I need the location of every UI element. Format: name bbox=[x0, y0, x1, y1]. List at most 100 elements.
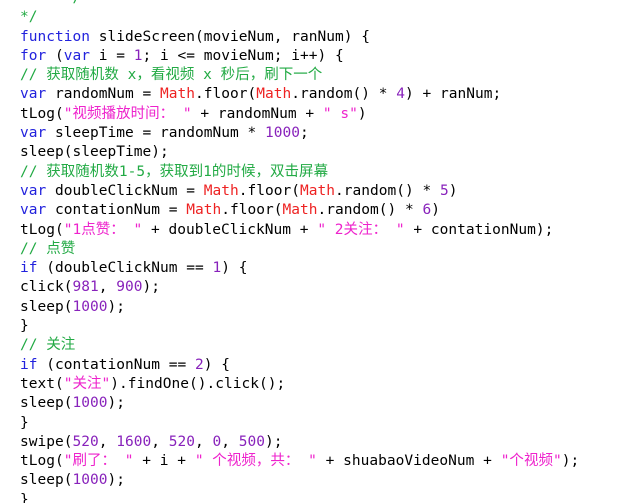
code-token-string: "1点赞： " bbox=[63, 221, 143, 238]
code-token-plain: sleep(sleepTime); bbox=[20, 144, 169, 161]
code-token-plain: ) bbox=[448, 182, 458, 199]
code-line[interactable]: sleep(sleepTime); bbox=[20, 143, 638, 162]
code-line[interactable]: var contationNum = Math.floor(Math.rando… bbox=[20, 201, 638, 220]
code-line[interactable]: tLog("1点赞： " + doubleClickNum + " 2关注： "… bbox=[20, 221, 638, 240]
code-line[interactable]: tLog("刷了： " + i + " 个视频，共： " + shuabaoVi… bbox=[20, 452, 638, 471]
code-line[interactable]: */ bbox=[20, 0, 638, 8]
code-line[interactable]: if (doubleClickNum == 1) { bbox=[20, 259, 638, 278]
code-token-plain: click( bbox=[20, 279, 73, 296]
code-token-string: "视频播放时间： " bbox=[63, 105, 192, 122]
code-token-plain: tLog( bbox=[20, 221, 64, 238]
code-token-builtin: Math bbox=[256, 86, 292, 103]
code-token-plain: ) { bbox=[221, 260, 248, 277]
code-token-keyword: var bbox=[20, 125, 47, 142]
code-line[interactable]: } bbox=[20, 317, 638, 336]
code-token-plain: text( bbox=[20, 375, 64, 392]
code-token-number: 981 bbox=[72, 279, 99, 296]
code-token-number: 1000 bbox=[265, 125, 300, 142]
code-token-plain: sleep( bbox=[20, 472, 73, 489]
code-token-plain: ); bbox=[561, 453, 580, 470]
code-token-plain: } bbox=[20, 414, 29, 431]
code-token-number: 1000 bbox=[72, 298, 108, 315]
code-token-plain: swipe( bbox=[20, 433, 73, 450]
code-token-plain: , bbox=[151, 433, 169, 450]
code-token-string: "个视频" bbox=[500, 453, 562, 470]
code-line[interactable]: sleep(1000); bbox=[20, 394, 638, 413]
code-token-plain: ; i <= movieNum; i++) { bbox=[142, 47, 344, 64]
code-token-comment: // 获取随机数1-5，获取到1的时候，双击屏幕 bbox=[20, 163, 329, 180]
code-token-keyword: if bbox=[20, 260, 38, 277]
code-line[interactable]: // 获取随机数 x，看视频 x 秒后，刷下一个 bbox=[20, 66, 638, 85]
code-token-number: 6 bbox=[422, 202, 432, 219]
code-token-string: " s" bbox=[322, 105, 358, 122]
code-token-plain: .floor( bbox=[238, 182, 300, 199]
code-token-number: 1 bbox=[133, 47, 143, 64]
code-token-keyword: for bbox=[20, 47, 47, 64]
code-token-comment: // 获取随机数 x，看视频 x 秒后，刷下一个 bbox=[20, 67, 323, 84]
code-token-number: 900 bbox=[116, 279, 143, 296]
code-token-plain: + contationNum); bbox=[404, 221, 554, 238]
code-lines-container: */ */ function slideScreen(movieNum, ranNu… bbox=[0, 0, 638, 503]
code-token-number: 1000 bbox=[72, 395, 108, 412]
code-token-string: " 个视频，共： " bbox=[194, 453, 317, 470]
code-line[interactable]: click(981, 900); bbox=[20, 278, 638, 297]
code-line[interactable]: var randomNum = Math.floor(Math.random()… bbox=[20, 85, 638, 104]
code-token-plain: i = bbox=[90, 47, 134, 64]
code-token-keyword: var bbox=[20, 86, 47, 103]
code-token-plain: ) bbox=[357, 105, 367, 122]
code-token-string: "刷了： " bbox=[63, 453, 134, 470]
code-line[interactable]: function slideScreen(movieNum, ranNum) { bbox=[20, 28, 638, 47]
code-line[interactable]: // 点赞 bbox=[20, 240, 638, 259]
code-token-plain: , bbox=[98, 279, 117, 296]
code-token-comment: */ bbox=[20, 0, 81, 6]
code-token-plain: (contationNum == bbox=[37, 356, 195, 373]
code-token-plain: .floor( bbox=[221, 202, 283, 219]
code-line[interactable]: } bbox=[20, 491, 638, 503]
code-token-keyword: var bbox=[20, 202, 47, 219]
code-line[interactable]: for (var i = 1; i <= movieNum; i++) { bbox=[20, 47, 638, 66]
code-token-plain: .random() * bbox=[291, 86, 397, 103]
code-token-builtin: Math bbox=[203, 182, 239, 199]
code-token-plain: ); bbox=[265, 433, 283, 450]
code-token-plain: + randomNum + bbox=[191, 105, 323, 122]
code-token-plain: .floor( bbox=[195, 86, 257, 103]
code-token-comment: */ bbox=[20, 9, 38, 26]
code-token-string: " 2关注： " bbox=[317, 221, 405, 238]
code-line[interactable]: sleep(1000); bbox=[20, 471, 638, 490]
code-line[interactable]: sleep(1000); bbox=[20, 298, 638, 317]
code-token-string: "关注" bbox=[63, 375, 111, 392]
code-line[interactable]: // 获取随机数1-5，获取到1的时候，双击屏幕 bbox=[20, 163, 638, 182]
code-token-plain: tLog( bbox=[20, 105, 64, 122]
code-token-plain: ); bbox=[107, 472, 125, 489]
code-line[interactable]: // 关注 bbox=[20, 336, 638, 355]
code-token-number: 0 bbox=[212, 433, 222, 450]
code-token-builtin: Math bbox=[282, 202, 318, 219]
code-line[interactable]: if (contationNum == 2) { bbox=[20, 356, 638, 375]
code-line[interactable]: var sleepTime = randomNum * 1000; bbox=[20, 124, 638, 143]
code-line[interactable]: var doubleClickNum = Math.floor(Math.ran… bbox=[20, 182, 638, 201]
code-token-plain: , bbox=[98, 433, 117, 450]
code-token-number: 1000 bbox=[72, 472, 108, 489]
code-token-keyword: var bbox=[63, 47, 90, 64]
code-token-plain: sleep( bbox=[20, 395, 73, 412]
code-token-plain: ; bbox=[300, 125, 309, 142]
code-line[interactable]: } bbox=[20, 414, 638, 433]
code-token-number: 500 bbox=[238, 433, 265, 450]
code-line[interactable]: */ bbox=[20, 8, 638, 27]
code-token-plain: ) { bbox=[203, 356, 230, 373]
code-token-plain: tLog( bbox=[20, 453, 64, 470]
code-token-number: 1 bbox=[212, 260, 222, 277]
code-line[interactable]: text("关注").findOne().click(); bbox=[20, 375, 638, 394]
code-token-keyword: function bbox=[20, 28, 90, 45]
code-token-builtin: Math bbox=[300, 182, 335, 199]
code-line[interactable]: tLog("视频播放时间： " + randomNum + " s") bbox=[20, 105, 638, 124]
code-token-plain: ( bbox=[46, 47, 64, 64]
code-editor-viewport[interactable]: */ */ function slideScreen(movieNum, ranNu… bbox=[0, 0, 638, 503]
code-line[interactable]: swipe(520, 1600, 520, 0, 500); bbox=[20, 433, 638, 452]
code-token-plain: doubleClickNum = bbox=[46, 182, 204, 199]
code-token-plain: + shuabaoVideoNum + bbox=[316, 453, 501, 470]
code-token-plain: slideScreen(movieNum, ranNum) { bbox=[90, 28, 370, 45]
code-token-number: 5 bbox=[440, 182, 449, 199]
code-token-comment: // 关注 bbox=[20, 337, 76, 354]
code-token-keyword: if bbox=[20, 356, 38, 373]
